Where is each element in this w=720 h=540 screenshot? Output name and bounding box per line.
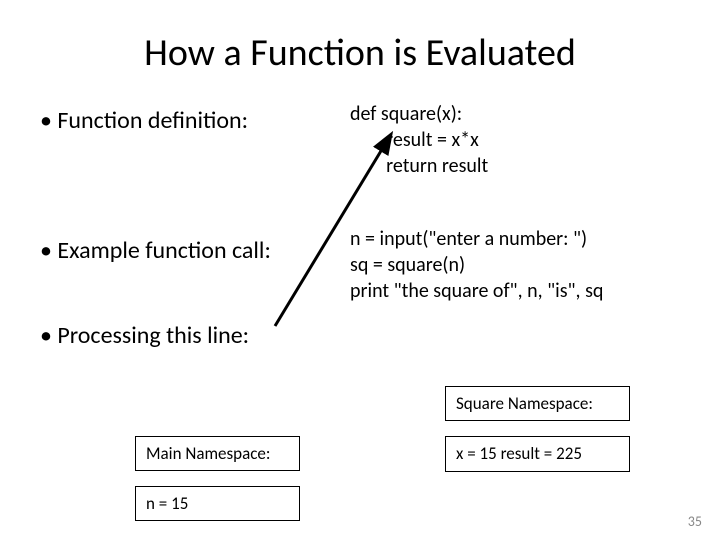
bullet-example-call: Example function call: [40,236,271,265]
box-square-namespace: Square Namespace: [445,386,630,421]
slide: How a Function is Evaluated Function def… [0,0,720,540]
bullet-processing: Processing this line: [40,321,249,350]
box-main-namespace: Main Namespace: [135,436,300,471]
box-square-values: x = 15 result = 225 [445,436,630,472]
box-n-value: n = 15 [135,486,300,521]
slide-title: How a Function is Evaluated [40,30,680,76]
code-definition: def square(x): result = x*x return resul… [350,101,488,179]
bullet-definition: Function definition: [40,106,248,135]
code-call: n = input("enter a number: ") sq = squar… [350,226,603,304]
page-number: 35 [688,513,702,530]
